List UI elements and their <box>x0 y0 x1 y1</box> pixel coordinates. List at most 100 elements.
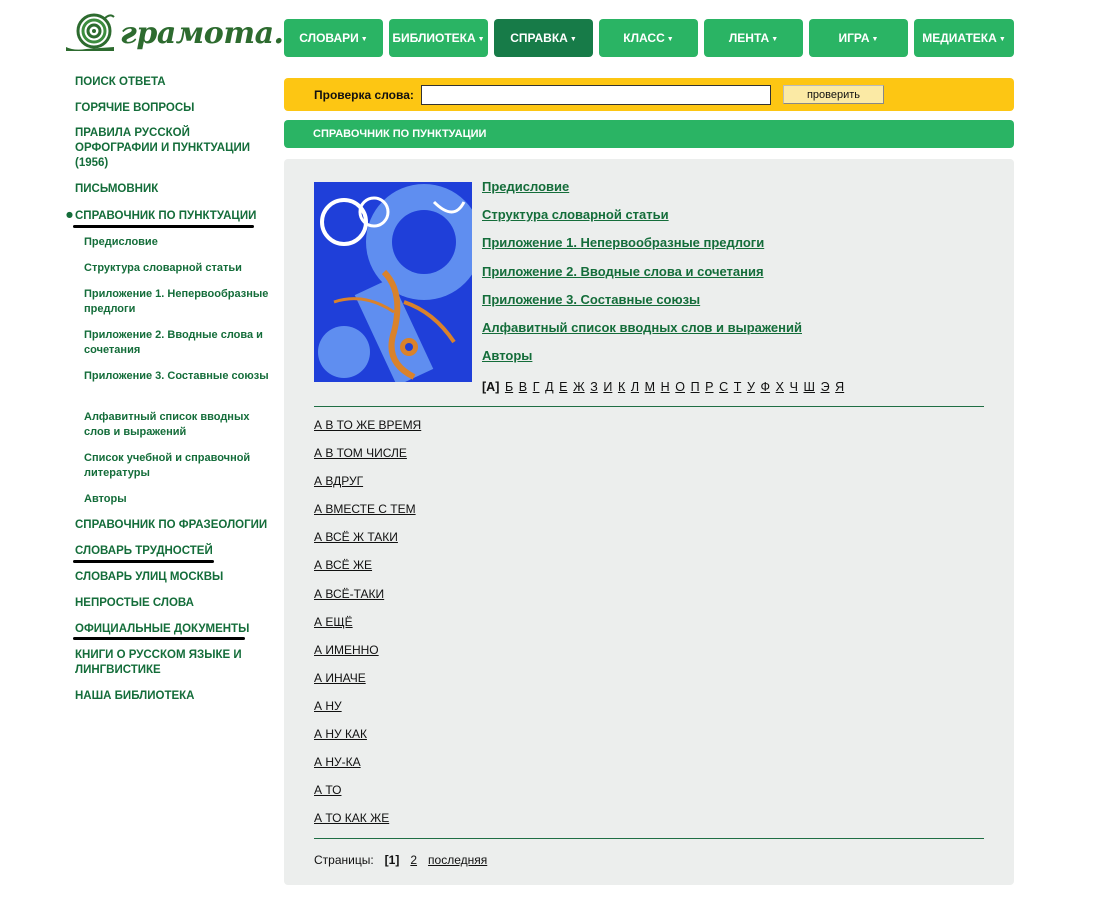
entry-link[interactable]: А ВДРУГ <box>314 474 421 502</box>
alphabet-letter-link[interactable]: Ф <box>761 380 771 394</box>
sidebar-subitem-alphabetic-list[interactable]: Алфавитный список вводных слов и выражен… <box>84 410 269 440</box>
divider <box>314 838 984 839</box>
entry-link[interactable]: А НУ КАК <box>314 727 421 755</box>
annotation-underline <box>73 560 214 563</box>
sidebar-item-official-docs[interactable]: ОФИЦИАЛЬНЫЕ ДОКУМЕНТЫ <box>75 622 270 637</box>
nav-slovari[interactable]: СЛОВАРИ ▼ <box>284 19 383 57</box>
nav-mediateka[interactable]: МЕДИАТЕКА ▼ <box>914 19 1014 57</box>
sidebar-item-pismovnik[interactable]: ПИСЬМОВНИК <box>75 182 270 197</box>
sidebar-subitem-structure[interactable]: Структура словарной статьи <box>84 261 269 276</box>
entry-link[interactable]: А ИНАЧЕ <box>314 671 421 699</box>
alphabet-letter-link[interactable]: Ч <box>790 380 798 394</box>
section-title-text: СПРАВОЧНИК ПО ПУНКТУАЦИИ <box>313 128 487 140</box>
alphabet-letter-link[interactable]: М <box>645 380 655 394</box>
alphabet-letter-link[interactable]: У <box>747 380 755 394</box>
nav-lenta[interactable]: ЛЕНТА ▼ <box>704 19 803 57</box>
entry-link[interactable]: А ВСЁ Ж ТАКИ <box>314 530 421 558</box>
alphabet-letter-link[interactable]: Р <box>705 380 713 394</box>
nav-label: СЛОВАРИ <box>299 31 359 45</box>
nav-label: СПРАВКА <box>510 31 568 45</box>
check-button[interactable]: проверить <box>783 85 884 104</box>
toc-link-appendix-1[interactable]: Приложение 1. Непервообразные предлоги <box>482 235 802 263</box>
toc-link-appendix-2[interactable]: Приложение 2. Вводные слова и сочетания <box>482 264 802 292</box>
caret-down-icon: ▼ <box>569 35 577 43</box>
alphabet-letter-link[interactable]: П <box>691 380 700 394</box>
toc-link-alphabetic-list[interactable]: Алфавитный список вводных слов и выражен… <box>482 320 802 348</box>
caret-down-icon: ▼ <box>871 35 879 43</box>
nav-label: БИБЛИОТЕКА <box>392 31 476 45</box>
alphabet-letter-link[interactable]: Г <box>533 380 540 394</box>
alphabet-letter-link[interactable]: В <box>519 380 527 394</box>
entry-link[interactable]: А ИМЕННО <box>314 643 421 671</box>
entry-link[interactable]: А ТО <box>314 783 421 811</box>
sidebar-item-hot-questions[interactable]: ГОРЯЧИЕ ВОПРОСЫ <box>75 101 270 116</box>
caret-down-icon: ▼ <box>666 35 674 43</box>
caret-down-icon: ▼ <box>771 35 779 43</box>
toc-link-preface[interactable]: Предисловие <box>482 179 802 207</box>
alphabet-letter-link[interactable]: Н <box>661 380 670 394</box>
entry-link[interactable]: А ВСЁ-ТАКИ <box>314 587 421 615</box>
toc-link-authors[interactable]: Авторы <box>482 348 802 376</box>
alphabet-letter-link[interactable]: С <box>719 380 728 394</box>
sidebar-subitem-authors[interactable]: Авторы <box>84 492 269 507</box>
nav-igra[interactable]: ИГРА ▼ <box>809 19 908 57</box>
alphabet-letter-link[interactable]: Е <box>559 380 567 394</box>
nav-spravka[interactable]: СПРАВКА ▼ <box>494 19 593 57</box>
entry-link[interactable]: А НУ-КА <box>314 755 421 783</box>
sidebar-item-hard-words[interactable]: НЕПРОСТЫЕ СЛОВА <box>75 596 270 611</box>
alphabet-letter-link[interactable]: Х <box>776 380 784 394</box>
alphabet-letter-link[interactable]: К <box>618 380 625 394</box>
sidebar-subitem-preface[interactable]: Предисловие <box>84 235 269 250</box>
sidebar-item-our-library[interactable]: НАША БИБЛИОТЕКА <box>75 689 270 704</box>
caret-down-icon: ▼ <box>360 35 368 43</box>
alphabet-letter-link[interactable]: Т <box>734 380 742 394</box>
alphabet-letter-link[interactable]: З <box>590 380 598 394</box>
sidebar-item-phraseology[interactable]: СПРАВОЧНИК ПО ФРАЗЕОЛОГИИ <box>75 518 270 533</box>
alphabet-letter-link[interactable]: Л <box>631 380 639 394</box>
sidebar-item-search[interactable]: ПОИСК ОТВЕТА <box>75 75 270 90</box>
alphabet-letter-link[interactable]: Б <box>505 380 513 394</box>
content-panel: Предисловие Структура словарной статьи П… <box>284 159 1014 885</box>
nav-klass[interactable]: КЛАСС ▼ <box>599 19 698 57</box>
sidebar-item-books[interactable]: КНИГИ О РУССКОМ ЯЗЫКЕ И ЛИНГВИСТИКЕ <box>75 648 270 678</box>
caret-down-icon: ▼ <box>477 35 485 43</box>
sidebar-item-rules-1956[interactable]: ПРАВИЛА РУССКОЙ ОРФОГРАФИИ И ПУНКТУАЦИИ … <box>75 126 270 171</box>
sidebar-subitem-appendix-1[interactable]: Приложение 1. Непервообразные предлоги <box>84 287 269 317</box>
alphabet-letter-link[interactable]: И <box>603 380 612 394</box>
alphabet-letter-link[interactable]: Ж <box>573 380 585 394</box>
toc-link-appendix-3[interactable]: Приложение 3. Составные союзы <box>482 292 802 320</box>
alphabet-letter-link[interactable]: Э <box>821 380 830 394</box>
pagination-last[interactable]: последняя <box>428 853 487 867</box>
entry-link[interactable]: А ТО КАК ЖЕ <box>314 811 421 839</box>
alphabet-current-letter: [А] <box>482 380 500 394</box>
pagination-current: [1] <box>384 853 400 867</box>
alphabet-letter-link[interactable]: Я <box>835 380 844 394</box>
sidebar-item-punctuation[interactable]: СПРАВОЧНИК ПО ПУНКТУАЦИИ <box>75 209 270 224</box>
word-check-input[interactable] <box>421 84 771 105</box>
sidebar-subitem-literature[interactable]: Список учебной и справочной литературы <box>84 451 269 481</box>
entry-link[interactable]: А В ТО ЖЕ ВРЕМЯ <box>314 418 421 446</box>
nav-biblioteka[interactable]: БИБЛИОТЕКА ▼ <box>389 19 488 57</box>
divider <box>314 406 984 407</box>
pagination-label: Страницы: <box>314 853 374 867</box>
sidebar-subitem-appendix-3[interactable]: Приложение 3. Составные союзы <box>84 369 269 384</box>
entry-link[interactable]: А ЕЩЁ <box>314 615 421 643</box>
alphabet-letter-link[interactable]: Ш <box>804 380 815 394</box>
book-cover-image <box>314 182 472 382</box>
pagination-page-2[interactable]: 2 <box>410 853 417 867</box>
entry-link[interactable]: А НУ <box>314 699 421 727</box>
entry-link[interactable]: А ВМЕСТЕ С ТЕМ <box>314 502 421 530</box>
sidebar-item-moscow-streets[interactable]: СЛОВАРЬ УЛИЦ МОСКВЫ <box>75 570 270 585</box>
active-bullet-icon: ● <box>66 210 73 219</box>
sidebar-item-difficulties[interactable]: СЛОВАРЬ ТРУДНОСТЕЙ <box>75 544 270 559</box>
pagination: Страницы: [1] 2 последняя <box>314 853 487 867</box>
alphabet-letter-link[interactable]: О <box>675 380 685 394</box>
entry-link[interactable]: А ВСЁ ЖЕ <box>314 558 421 586</box>
nav-label: МЕДИАТЕКА <box>922 31 997 45</box>
word-check-bar: Проверка слова: проверить <box>284 78 1014 111</box>
sidebar-subitem-appendix-2[interactable]: Приложение 2. Вводные слова и сочетания <box>84 328 269 358</box>
entry-link[interactable]: А В ТОМ ЧИСЛЕ <box>314 446 421 474</box>
toc-link-structure[interactable]: Структура словарной статьи <box>482 207 802 235</box>
alphabet-letter-link[interactable]: Д <box>545 380 553 394</box>
main-nav: СЛОВАРИ ▼ БИБЛИОТЕКА ▼ СПРАВКА ▼ КЛАСС ▼ ЛЕН… <box>284 19 1014 57</box>
